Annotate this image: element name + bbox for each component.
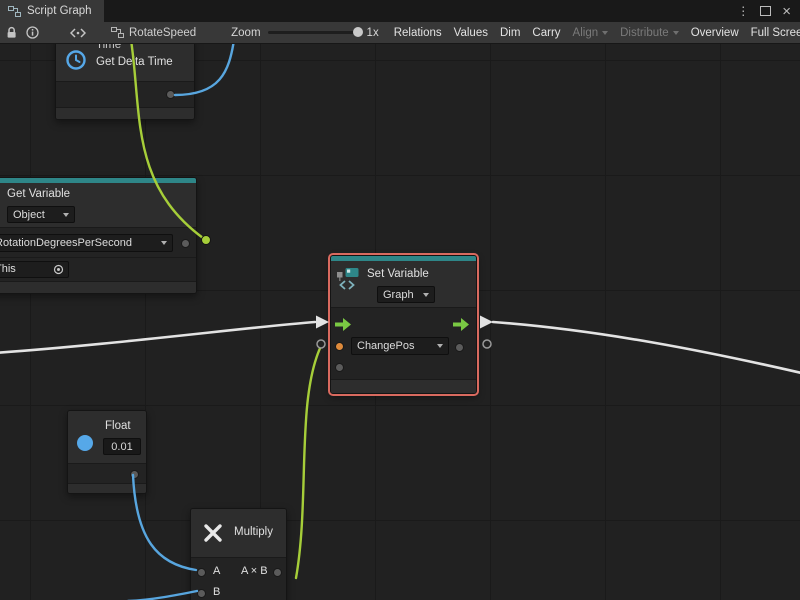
tab-script-graph[interactable]: Script Graph — [0, 0, 104, 22]
window-menu-icon[interactable]: ⋮ — [737, 5, 749, 17]
chevron-down-icon — [161, 241, 167, 245]
toolbar-button-group: Relations Values Dim Carry Align Distrib… — [388, 22, 800, 43]
wire-multiply-to-set-variable[interactable] — [296, 346, 321, 578]
toolbar-button-fullscreen[interactable]: Full Screen — [745, 22, 800, 43]
input-port-b[interactable] — [197, 589, 206, 598]
node-footer — [56, 107, 194, 119]
flow-output-port[interactable] — [453, 318, 469, 331]
object-picker-icon[interactable] — [53, 264, 64, 275]
variable-name-label: ChangePos — [357, 340, 415, 352]
wire-to-multiply-b[interactable] — [128, 591, 197, 600]
chevron-down-icon — [423, 293, 429, 297]
window-close-icon[interactable]: × — [782, 4, 791, 19]
variable-scope-dropdown[interactable]: Object — [7, 206, 75, 223]
graph-name-label: RotateSpeed — [129, 27, 196, 39]
toolbar-button-relations[interactable]: Relations — [388, 22, 448, 43]
variable-scope-label: Object — [13, 209, 45, 221]
toolbar-button-dim[interactable]: Dim — [494, 22, 526, 43]
toolbar-button-carry[interactable]: Carry — [526, 22, 566, 43]
zoom-slider-knob[interactable] — [353, 27, 363, 37]
zoom-control: Zoom 1x — [231, 27, 379, 39]
flow-input-port[interactable] — [335, 318, 351, 331]
zoom-label: Zoom — [231, 27, 260, 39]
variable-name-dropdown[interactable]: RotationDegreesPerSecond — [0, 234, 173, 252]
zoom-value: 1x — [367, 27, 379, 39]
value-output-port[interactable] — [181, 239, 190, 248]
input-port-a[interactable] — [197, 568, 206, 577]
set-variable-icon — [336, 265, 362, 291]
graph-asset-icon — [111, 27, 124, 38]
variable-scope-dropdown[interactable]: Graph — [377, 286, 435, 303]
node-footer — [0, 281, 196, 293]
object-target-label: This — [0, 263, 16, 275]
node-title: Time — [96, 44, 121, 51]
wire-arrowhead-in — [316, 316, 329, 329]
node-footer — [68, 483, 146, 493]
node-set-variable[interactable]: Set Variable Graph ChangePos — [330, 255, 477, 394]
set-variable-right-port-ring[interactable] — [483, 340, 491, 348]
graph-canvas[interactable]: Time Get Delta Time Get Variable Object … — [0, 44, 800, 600]
chevron-down-icon — [437, 344, 443, 348]
float-type-icon — [77, 435, 93, 451]
multiply-icon — [202, 522, 224, 544]
float-value-field[interactable]: 0.01 — [103, 438, 141, 455]
output-port[interactable] — [166, 90, 175, 99]
window-maximize-icon[interactable] — [760, 6, 771, 16]
node-get-delta-time[interactable]: Time Get Delta Time — [55, 44, 195, 120]
node-multiply[interactable]: Multiply A A × B B — [190, 508, 287, 600]
toolbar-button-align-label: Align — [573, 27, 599, 39]
variable-name-dropdown[interactable]: ChangePos — [351, 337, 449, 355]
node-title: Set Variable — [367, 268, 429, 280]
node-footer — [331, 379, 476, 393]
node-get-variable[interactable]: Get Variable Object RotationDegreesPerSe… — [0, 177, 197, 294]
wire-flow-in[interactable] — [0, 322, 315, 353]
wire-arrowhead-out — [480, 316, 493, 329]
chevron-down-icon — [63, 213, 69, 217]
tab-title: Script Graph — [27, 5, 92, 17]
set-variable-left-port-ring[interactable] — [317, 340, 325, 348]
output-label: A × B — [241, 565, 268, 577]
toolbar-button-values[interactable]: Values — [448, 22, 494, 43]
node-subtitle: Get Delta Time — [96, 56, 173, 68]
code-view-icon[interactable] — [70, 28, 86, 38]
tab-bar: Script Graph ⋮ × — [0, 0, 800, 22]
variable-scope-label: Graph — [383, 289, 414, 301]
node-title: Multiply — [234, 526, 273, 538]
unity-script-graph-window: Script Graph ⋮ × — [0, 0, 800, 600]
chevron-down-icon — [602, 31, 608, 35]
node-title: Float — [105, 420, 131, 432]
node-title: Get Variable — [7, 188, 70, 200]
get-variable-output-port[interactable] — [202, 236, 211, 245]
clock-icon — [65, 49, 87, 71]
script-graph-icon — [8, 6, 21, 17]
value-input-port[interactable] — [335, 342, 344, 351]
chevron-down-icon — [673, 31, 679, 35]
output-port[interactable] — [273, 568, 282, 577]
toolbar-button-distribute-label: Distribute — [620, 27, 669, 39]
graph-asset-reference[interactable]: RotateSpeed — [111, 27, 196, 39]
info-icon[interactable] — [26, 26, 39, 39]
node-float-literal[interactable]: Float 0.01 — [67, 410, 147, 494]
input-label-a: A — [213, 565, 220, 577]
zoom-slider[interactable] — [268, 31, 360, 34]
fallback-input-port[interactable] — [335, 363, 344, 372]
toolbar-button-align[interactable]: Align — [567, 22, 615, 43]
toolbar-button-overview[interactable]: Overview — [685, 22, 745, 43]
value-output-port[interactable] — [130, 470, 139, 479]
wire-flow-out[interactable] — [493, 322, 800, 374]
float-value: 0.01 — [111, 441, 132, 453]
toolbar-button-distribute[interactable]: Distribute — [614, 22, 685, 43]
lock-icon[interactable] — [6, 26, 17, 39]
window-controls: ⋮ × — [737, 0, 800, 22]
value-output-port[interactable] — [455, 343, 464, 352]
variable-name-label: RotationDegreesPerSecond — [0, 237, 132, 249]
graph-toolbar: RotateSpeed Zoom 1x Relations Values Dim… — [0, 22, 800, 44]
input-label-b: B — [213, 586, 220, 598]
